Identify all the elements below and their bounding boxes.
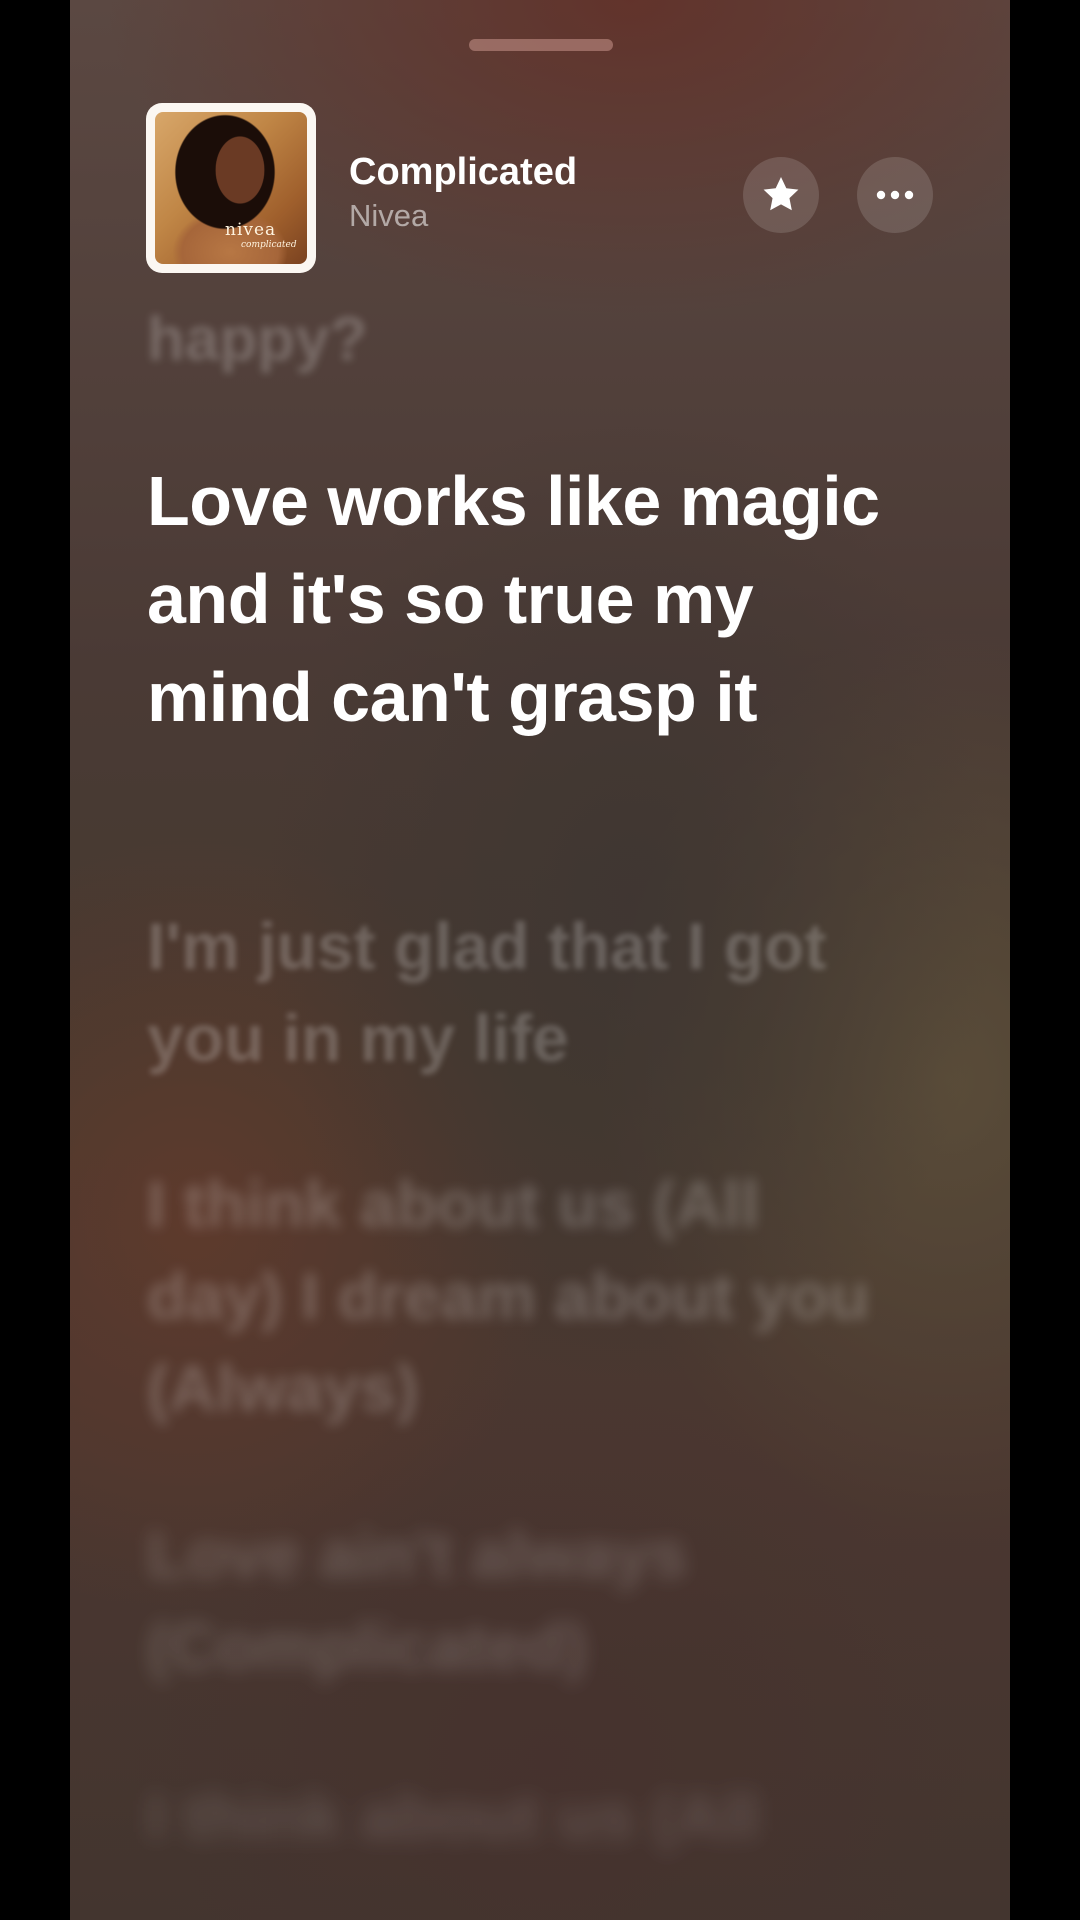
album-artwork-subtext: complicated [241,240,297,250]
star-icon [763,177,799,211]
lyric-line-current[interactable]: Love works like magic and it's so true m… [147,452,887,746]
artist-name[interactable]: Nivea [349,198,428,234]
lyric-line-next[interactable]: I'm just glad that I got you in my life [147,900,887,1084]
lyrics-screen: nivea complicated Complicated Nivea happ… [70,0,1010,1920]
sheet-grabber[interactable] [469,39,613,51]
album-artwork-image: nivea complicated [155,112,307,264]
album-artwork-text: nivea [225,220,277,240]
album-artwork[interactable]: nivea complicated [146,103,316,273]
song-title[interactable]: Complicated [349,150,577,194]
ellipsis-icon [876,190,914,200]
lyric-line-next[interactable]: I think about us (All day) I dream about… [147,1158,887,1434]
favorite-button[interactable] [743,157,819,233]
lyric-line-previous[interactable]: happy? [147,300,887,380]
lyric-line-next[interactable]: Love ain't always (Complicated) [147,1508,887,1692]
more-options-button[interactable] [857,157,933,233]
lyric-line-next[interactable]: I think about us (All [147,1770,887,1862]
